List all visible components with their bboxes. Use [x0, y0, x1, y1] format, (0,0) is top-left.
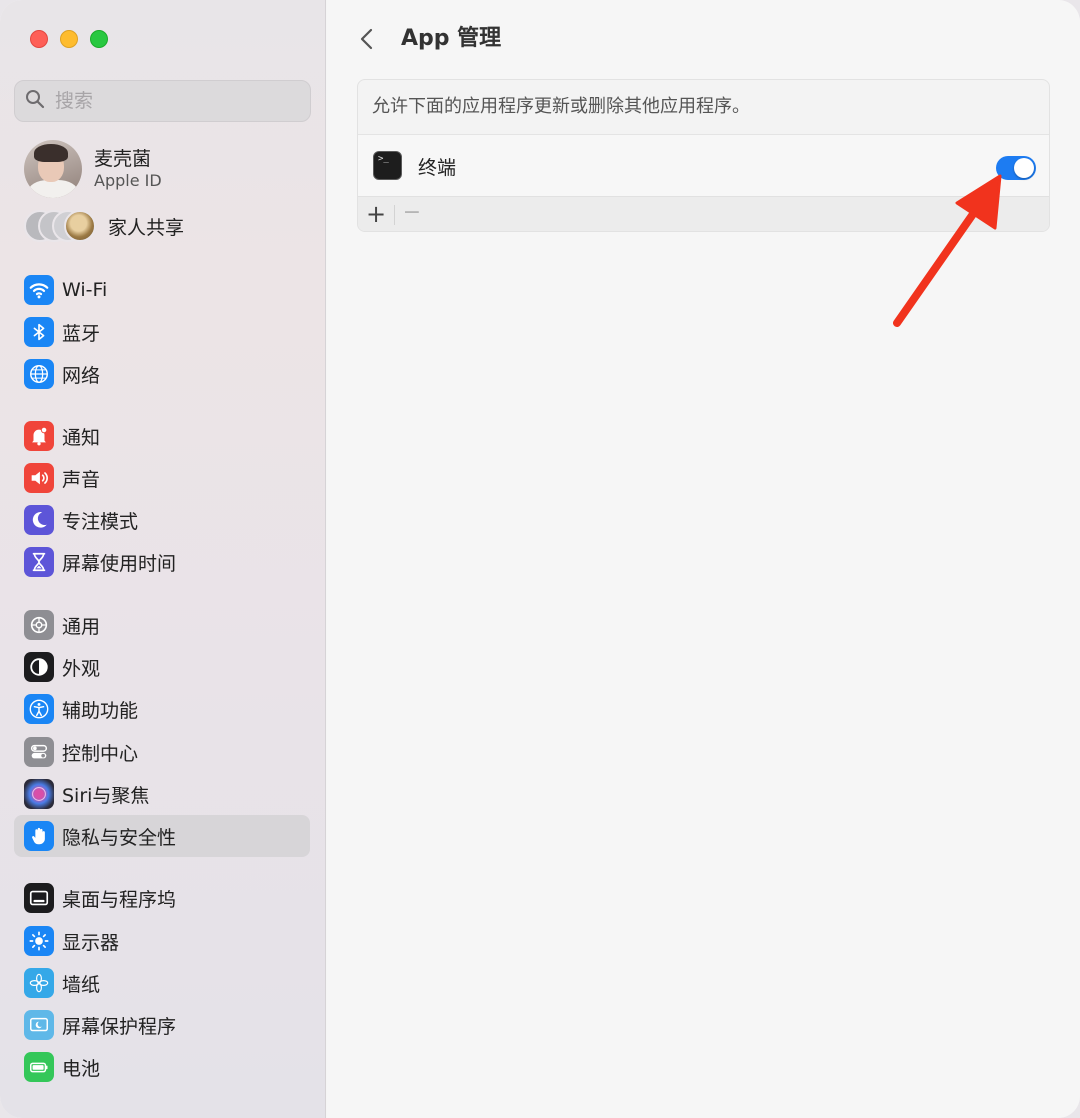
- sidebar-item-focus[interactable]: 专注模式: [14, 499, 310, 541]
- family-sharing-label: 家人共享: [108, 216, 185, 239]
- speaker-icon: [24, 463, 54, 493]
- sidebar-item-wallpaper[interactable]: 墙纸: [14, 962, 310, 1004]
- sidebar-item-screen-time[interactable]: 屏幕使用时间: [14, 541, 310, 583]
- sidebar-item-notifications[interactable]: 通知: [14, 415, 310, 457]
- sidebar-item-label: 通用: [62, 615, 101, 638]
- apple-id-profile[interactable]: 麦壳菌 Apple ID: [24, 140, 162, 198]
- sidebar-item-privacy-security[interactable]: 隐私与安全性: [14, 815, 310, 857]
- sidebar-item-displays[interactable]: 显示器: [14, 920, 310, 962]
- family-avatars: [24, 210, 98, 242]
- accessibility-icon: [24, 694, 54, 724]
- bell-icon: [24, 421, 54, 451]
- sidebar-item-general[interactable]: 通用: [14, 604, 310, 646]
- sidebar-item-label: 外观: [62, 657, 101, 680]
- sidebar-item-control-center[interactable]: 控制中心: [14, 731, 310, 773]
- panel-description: 允许下面的应用程序更新或删除其他应用程序。: [372, 96, 750, 117]
- sidebar-item-bluetooth[interactable]: 蓝牙: [14, 311, 310, 353]
- app-name: 终端: [418, 157, 457, 179]
- sidebar-item-network[interactable]: 网络: [14, 353, 310, 395]
- sidebar-item-label: 屏幕使用时间: [62, 552, 177, 575]
- terminal-toggle[interactable]: [996, 156, 1036, 180]
- sidebar-item-label: 专注模式: [62, 510, 139, 533]
- appearance-icon: [24, 652, 54, 682]
- hand-icon: [24, 821, 54, 851]
- sidebar-item-label: 通知: [62, 426, 101, 449]
- sun-icon: [24, 926, 54, 956]
- moon-icon: [24, 505, 54, 535]
- sidebar-item-label: Wi-Fi: [62, 279, 108, 301]
- sidebar-item-sound[interactable]: 声音: [14, 457, 310, 499]
- control-center-icon: [24, 737, 54, 767]
- sidebar-item-label: 网络: [62, 364, 101, 387]
- sidebar-item-appearance[interactable]: 外观: [14, 646, 310, 688]
- profile-subtitle: Apple ID: [94, 171, 162, 190]
- sidebar-item-accessibility[interactable]: 辅助功能: [14, 688, 310, 730]
- flower-icon: [24, 968, 54, 998]
- sidebar-item-label: 桌面与程序坞: [62, 888, 177, 911]
- sidebar-item-label: 屏幕保护程序: [62, 1015, 177, 1038]
- dock-icon: [24, 883, 54, 913]
- family-sharing[interactable]: 家人共享: [24, 210, 184, 242]
- settings-window: 麦壳菌 Apple ID 家人共享 Wi-Fi 蓝牙: [0, 0, 1080, 1118]
- sidebar-item-label: 电池: [62, 1057, 101, 1080]
- gear-icon: [24, 610, 54, 640]
- list-item: >_ 终端: [358, 134, 1049, 197]
- siri-icon: [24, 779, 54, 809]
- terminal-icon: >_: [373, 151, 402, 180]
- sidebar-item-siri-spotlight[interactable]: Siri与聚焦: [14, 773, 310, 815]
- sidebar-item-wifi[interactable]: Wi-Fi: [14, 269, 310, 311]
- wifi-icon: [24, 275, 54, 305]
- sidebar-item-label: 控制中心: [62, 742, 139, 765]
- bluetooth-icon: [24, 317, 54, 347]
- sidebar: 麦壳菌 Apple ID 家人共享 Wi-Fi 蓝牙: [0, 0, 326, 1118]
- close-button[interactable]: [30, 30, 48, 48]
- chevron-left-icon: [360, 28, 373, 50]
- search-input[interactable]: [55, 90, 295, 112]
- sidebar-item-battery[interactable]: 电池: [14, 1046, 310, 1088]
- window-controls: [30, 30, 108, 48]
- divider: [394, 205, 395, 225]
- sidebar-item-label: 墙纸: [62, 973, 101, 996]
- sidebar-item-label: 声音: [62, 468, 101, 491]
- app-management-panel: 允许下面的应用程序更新或删除其他应用程序。 >_ 终端 + −: [357, 79, 1050, 232]
- globe-icon: [24, 359, 54, 389]
- sidebar-item-desktop-dock[interactable]: 桌面与程序坞: [14, 877, 310, 919]
- sidebar-item-label: 显示器: [62, 931, 120, 954]
- main-content: App 管理 允许下面的应用程序更新或删除其他应用程序。 >_ 终端 + −: [327, 0, 1080, 1118]
- sidebar-item-label: Siri与聚焦: [62, 784, 150, 807]
- search-icon: [25, 89, 45, 113]
- hourglass-icon: [24, 547, 54, 577]
- sidebar-item-screensaver[interactable]: 屏幕保护程序: [14, 1004, 310, 1046]
- page-title: App 管理: [401, 26, 502, 51]
- search-field[interactable]: [14, 80, 311, 122]
- profile-name: 麦壳菌: [94, 148, 152, 170]
- remove-button[interactable]: −: [400, 201, 424, 227]
- back-button[interactable]: [355, 24, 379, 54]
- sidebar-item-label: 隐私与安全性: [62, 826, 177, 849]
- avatar: [24, 140, 82, 198]
- minimize-button[interactable]: [60, 30, 78, 48]
- battery-icon: [24, 1052, 54, 1082]
- list-footer: + −: [358, 197, 1049, 231]
- screensaver-icon: [24, 1010, 54, 1040]
- add-button[interactable]: +: [364, 201, 388, 227]
- zoom-button[interactable]: [90, 30, 108, 48]
- sidebar-item-label: 蓝牙: [62, 322, 101, 345]
- sidebar-item-label: 辅助功能: [62, 699, 139, 722]
